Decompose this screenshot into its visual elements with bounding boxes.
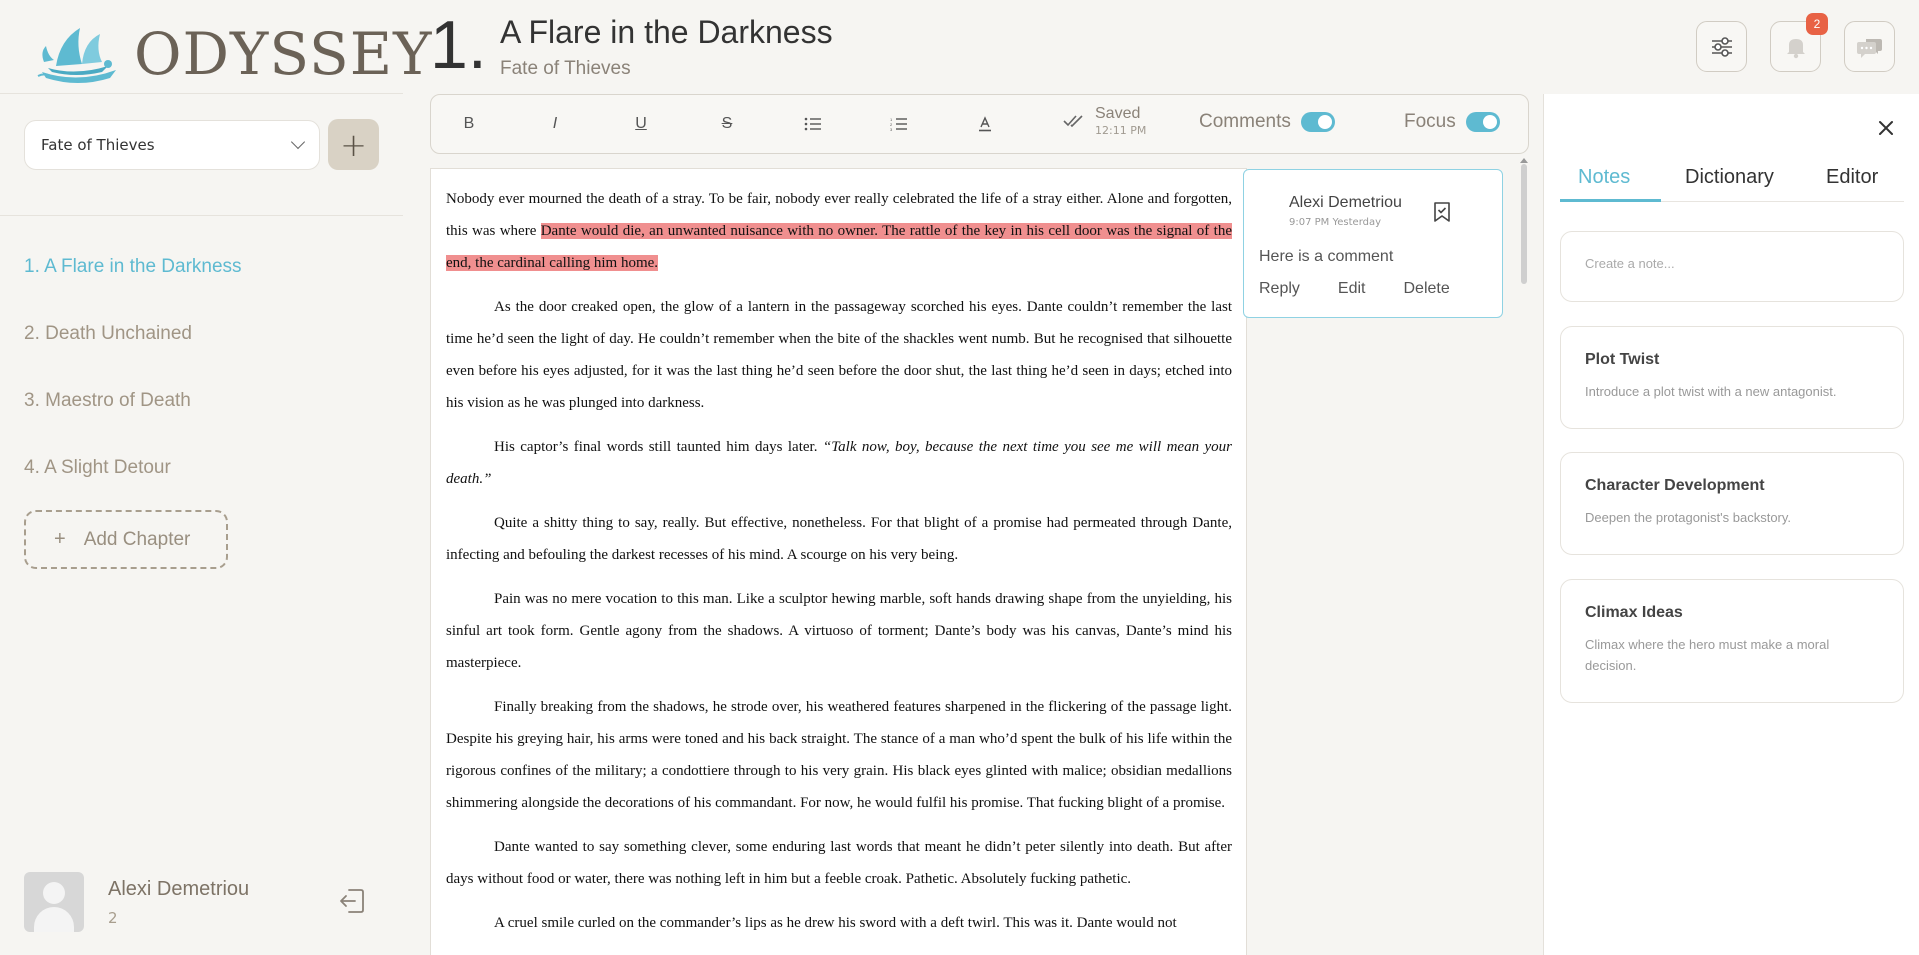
notes-panel: Notes Dictionary Editor Create a note...… (1543, 94, 1919, 955)
user-profile[interactable]: Alexi Demetriou 2 (24, 872, 249, 932)
note-body: Climax where the hero must make a moral … (1585, 637, 1830, 673)
comments-toggle-label: Comments (1199, 111, 1291, 132)
paragraph: His captor’s final words still taunted h… (446, 439, 1233, 487)
chevron-down-icon (290, 134, 306, 150)
note-title: Climax Ideas (1585, 604, 1683, 621)
note-title: Plot Twist (1585, 351, 1660, 368)
tab-notes[interactable]: Notes (1578, 166, 1630, 189)
editor-page[interactable]: Nobody ever mourned the death of a stray… (430, 168, 1247, 955)
paragraph: As the door creaked open, the glow of a … (446, 299, 1232, 411)
panel-tabs: Notes Dictionary Editor (1560, 166, 1904, 202)
numbered-list-icon: 123 (890, 117, 907, 131)
logout-icon[interactable] (337, 886, 367, 916)
user-name: Alexi Demetriou (108, 877, 250, 900)
text-color-button[interactable] (970, 109, 1000, 139)
add-book-button[interactable]: + (328, 119, 379, 170)
note-card[interactable]: Plot Twist Introduce a plot twist with a… (1560, 326, 1904, 429)
note-card[interactable]: Character Development Deepen the protago… (1560, 452, 1904, 555)
numbered-list-button[interactable]: 123 (884, 109, 914, 139)
strikethrough-button[interactable]: S (712, 109, 742, 139)
chapter-number: 1. (430, 7, 487, 83)
saved-label: Saved (1095, 105, 1141, 122)
comments-toggle[interactable] (1300, 112, 1335, 132)
chat-bubble-icon (1856, 38, 1882, 58)
bullet-list-button[interactable] (798, 109, 828, 139)
tab-editor[interactable]: Editor (1826, 166, 1878, 189)
book-select-value: Fate of Thieves (41, 136, 155, 154)
active-tab-indicator (1560, 199, 1661, 202)
chapter-title: A Flare in the Darkness (500, 14, 833, 50)
notification-badge: 2 (1806, 13, 1828, 35)
saved-time: 12:11 PM (1095, 123, 1147, 137)
chapter-item-1[interactable]: 1. A Flare in the Darkness (24, 252, 242, 319)
close-icon[interactable] (1876, 118, 1896, 138)
create-note-input[interactable]: Create a note... (1560, 231, 1904, 302)
scroll-up-arrow[interactable] (1520, 158, 1528, 163)
add-chapter-label: Add Chapter (83, 528, 191, 550)
messages-button[interactable] (1844, 21, 1895, 72)
sidebar: ODYSSEY Fate of Thieves + 1. A Flare in … (0, 0, 431, 955)
editor-scrollbar[interactable] (1521, 164, 1527, 284)
settings-button[interactable] (1696, 21, 1747, 72)
svg-text:3: 3 (890, 127, 893, 131)
underline-button[interactable]: U (626, 109, 656, 139)
comment-card: Alexi Demetriou 9:07 PM Yesterday Here i… (1243, 169, 1503, 318)
ship-logo-icon (37, 28, 116, 83)
notifications-button[interactable]: 2 (1770, 13, 1828, 72)
focus-toggle[interactable] (1465, 112, 1500, 132)
text-color-icon (979, 116, 991, 132)
comments-toggle-group[interactable]: Comments (1199, 111, 1335, 133)
paragraph: Pain was no mere vocation to this man. L… (446, 591, 1232, 671)
paragraph: Finally breaking from the shadows, he st… (446, 699, 1232, 811)
editor-text[interactable]: Nobody ever mourned the death of a stray… (431, 169, 1246, 939)
comment-reply-button[interactable]: Reply (1259, 280, 1300, 298)
divider (0, 215, 403, 216)
comment-delete-button[interactable]: Delete (1403, 280, 1449, 298)
bullet-list-icon (804, 117, 821, 131)
paragraph: A cruel smile curled on the commander’s … (494, 915, 1177, 931)
paragraph: Quite a shitty thing to say, really. But… (446, 515, 1232, 563)
note-card[interactable]: Climax Ideas Climax where the hero must … (1560, 579, 1904, 703)
paragraph: Dante wanted to say something clever, so… (446, 839, 1232, 887)
avatar (24, 872, 84, 932)
resolve-bookmark-icon[interactable] (1430, 200, 1454, 224)
bell-icon (1786, 38, 1805, 58)
chapter-item-3[interactable]: 3. Maestro of Death (24, 386, 242, 453)
chapter-item-2[interactable]: 2. Death Unchained (24, 319, 242, 386)
divider (0, 93, 403, 94)
plus-icon: + (54, 528, 66, 550)
formatting-toolbar: B I U S 123 Saved 12:11 PM Comments Focu… (430, 94, 1529, 154)
comment-author: Alexi Demetriou (1289, 194, 1402, 211)
note-title: Character Development (1585, 477, 1765, 494)
logo-text: ODYSSEY (134, 20, 433, 88)
chapter-list: 1. A Flare in the Darkness 2. Death Unch… (24, 252, 242, 520)
bold-button[interactable]: B (454, 109, 484, 139)
add-chapter-button[interactable]: + Add Chapter (24, 510, 228, 569)
book-subtitle: Fate of Thieves (500, 58, 631, 79)
paragraph: Nobody ever mourned the death of a stray… (446, 191, 1232, 271)
highlighted-comment-text[interactable]: Dante would die, an unwanted nuisance wi… (446, 223, 1232, 271)
comment-edit-button[interactable]: Edit (1338, 280, 1366, 298)
comment-body: Here is a comment (1259, 248, 1394, 265)
sliders-icon (1711, 36, 1732, 57)
double-check-icon (1063, 115, 1083, 127)
logo[interactable]: ODYSSEY (36, 20, 432, 88)
italic-button[interactable]: I (540, 109, 570, 139)
book-select[interactable]: Fate of Thieves (24, 120, 320, 170)
note-body: Introduce a plot twist with a new antago… (1585, 384, 1837, 399)
user-sub: 2 (108, 908, 118, 927)
note-body: Deepen the protagonist's backstory. (1585, 510, 1792, 525)
focus-toggle-label: Focus (1404, 111, 1456, 132)
comment-time: 9:07 PM Yesterday (1289, 217, 1382, 228)
focus-toggle-group[interactable]: Focus (1404, 111, 1500, 133)
save-status: Saved 12:11 PM (1063, 105, 1146, 137)
tab-dictionary[interactable]: Dictionary (1685, 166, 1774, 189)
